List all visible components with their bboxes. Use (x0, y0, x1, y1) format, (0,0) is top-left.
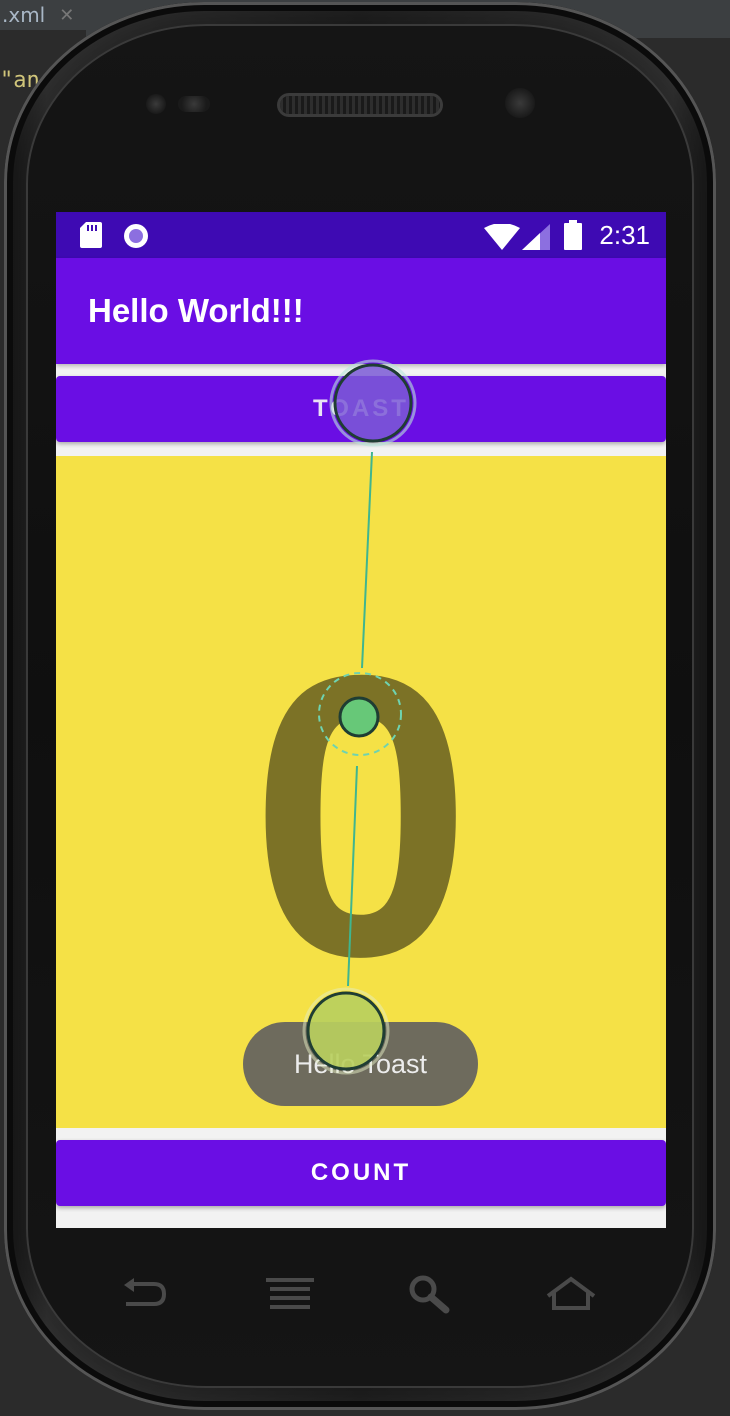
toast-message: Hello Toast (243, 1022, 478, 1106)
home-icon[interactable] (544, 1276, 598, 1312)
status-time: 2:31 (599, 220, 650, 250)
editor-tab-label: .xml (2, 3, 46, 27)
record-icon (124, 224, 148, 248)
close-tab-icon[interactable]: ✕ (59, 5, 74, 26)
front-sensor-icon (146, 94, 166, 114)
battery-icon (564, 220, 582, 250)
status-bar: 2:31 (56, 212, 666, 258)
device-screen: 2:31 Hello World!!! TOAST 0 Hello Toast … (56, 212, 666, 1228)
front-camera-icon (505, 88, 535, 118)
back-icon[interactable] (120, 1276, 170, 1312)
earpiece-speaker (280, 96, 440, 114)
signal-icon (522, 224, 550, 250)
search-icon[interactable] (408, 1274, 450, 1314)
editor-tab[interactable]: .xml ✕ (0, 0, 86, 30)
menu-icon[interactable] (266, 1278, 314, 1310)
toast-button[interactable]: TOAST (56, 376, 666, 442)
app-title: Hello World!!! (88, 292, 304, 329)
sd-card-icon (80, 222, 102, 248)
wifi-icon (484, 224, 520, 250)
count-button[interactable]: COUNT (56, 1140, 666, 1206)
count-value: 0 (249, 592, 473, 1039)
app-bar: Hello World!!! (56, 258, 666, 364)
proximity-sensor-icon (178, 96, 210, 112)
